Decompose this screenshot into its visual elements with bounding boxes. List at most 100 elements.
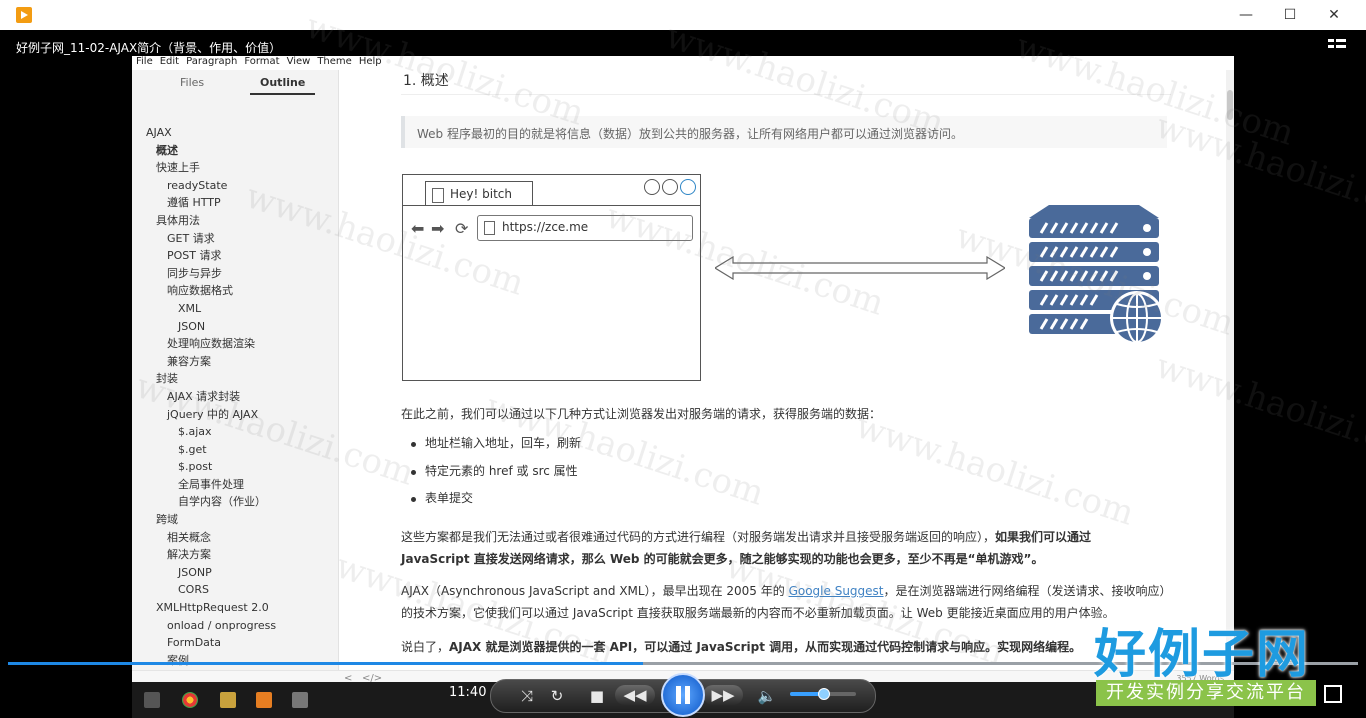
server-globe-icon — [1029, 205, 1164, 345]
playlist-icon[interactable] — [1328, 39, 1346, 53]
outline-item[interactable]: $.get — [132, 441, 338, 459]
haolizi-logo: 好例子网 — [1094, 625, 1311, 685]
heading-divider — [401, 94, 1171, 95]
outline-item[interactable]: jQuery 中的 AJAX — [132, 406, 338, 424]
paragraph-2: AJAX（Asynchronous JavaScript and XML），最早… — [401, 580, 1181, 624]
outline-item[interactable]: 处理响应数据渲染 — [132, 335, 338, 353]
list-item: 地址栏输入地址，回车，刷新 — [401, 430, 581, 458]
repeat-icon[interactable]: ↻ — [547, 686, 567, 706]
refresh-icon: ⟳ — [455, 219, 469, 238]
video-area[interactable]: File Edit Paragraph Format View Theme Help Fil… — [0, 6, 1366, 718]
video-title: 好例子网_11-02-AJAX简介（背景、作用、价值） — [16, 41, 282, 55]
paragraph-3-text: 说白了， — [401, 640, 450, 654]
window-circle-icon — [680, 179, 696, 195]
menu-item-format[interactable]: Format — [244, 56, 279, 67]
outline-item[interactable]: 案例 — [132, 652, 338, 670]
video-progress-fill — [8, 662, 643, 665]
document-icon — [432, 188, 444, 203]
outline-item[interactable]: XMLHttpRequest 2.0 — [132, 599, 338, 617]
outline-item[interactable]: 快速上手 — [132, 159, 338, 177]
paragraph-1-bold-a: 如果我们可以通过 — [995, 530, 1092, 544]
typora-icon — [292, 692, 308, 708]
paragraph-2-text-b: ，是在浏览器端进行网络编程（发送请求、接收响应） — [883, 584, 1172, 598]
paragraph-1: 这些方案都是我们无法通过或者很难通过代码的方式进行编程（对服务端发出请求并且接受… — [401, 526, 1141, 570]
outline-item[interactable]: JSON — [132, 318, 338, 336]
outline-item[interactable]: JSONP — [132, 564, 338, 582]
paragraph-before: 在此之前，我们可以通过以下几种方式让浏览器发出对服务端的请求，获得服务端的数据： — [401, 407, 882, 421]
outline-item[interactable]: 具体用法 — [132, 212, 338, 230]
menu-item-view[interactable]: View — [287, 56, 311, 67]
shuffle-icon[interactable]: ⤨ — [517, 686, 537, 706]
outline-item[interactable]: 概述 — [132, 142, 338, 160]
blockquote-text: Web 程序最初的目的就是将信息（数据）放到公共的服务器，让所有网络用户都可以通… — [417, 127, 963, 141]
paragraph-1-bold-b: JavaScript 直接发送网络请求，那么 Web 的可能就会更多，随之能够实… — [401, 552, 1044, 566]
forward-arrow-icon: ➡ — [431, 219, 445, 238]
outline-item[interactable]: 全局事件处理 — [132, 476, 338, 494]
back-arrow-icon: ⬅ — [411, 219, 425, 238]
google-suggest-link[interactable]: Google Suggest — [789, 584, 884, 598]
chrome-icon — [182, 692, 198, 708]
paragraph-3: 说白了，AJAX 就是浏览器提供的一套 API，可以通过 JavaScript … — [401, 636, 1181, 658]
outline-list: AJAX 概述 快速上手 readyState 遵循 HTTP 具体用法 GET 请求 POS… — [132, 124, 338, 687]
list-item: 特定元素的 href 或 src 属性 — [401, 458, 581, 486]
outline-item[interactable]: XML — [132, 300, 338, 318]
outline-item[interactable]: 同步与异步 — [132, 265, 338, 283]
outline-item[interactable]: 相关概念 — [132, 529, 338, 547]
playback-time: 11:40 — [449, 685, 487, 700]
outline-item[interactable]: 封装 — [132, 370, 338, 388]
window-circle-icon — [662, 179, 678, 195]
recorded-screen: File Edit Paragraph Format View Theme Help Fil… — [132, 56, 1234, 688]
outline-item[interactable]: GET 请求 — [132, 230, 338, 248]
outline-item[interactable]: 响应数据格式 — [132, 282, 338, 300]
menu-item-paragraph[interactable]: Paragraph — [186, 56, 237, 67]
tab-outline[interactable]: Outline — [249, 76, 316, 95]
player-app-icon — [16, 7, 32, 23]
outline-item[interactable]: $.ajax — [132, 423, 338, 441]
outline-item[interactable]: POST 请求 — [132, 247, 338, 265]
menu-item-file[interactable]: File — [136, 56, 153, 67]
editor-scrollbar[interactable] — [1226, 70, 1234, 670]
volume-slider[interactable] — [790, 688, 856, 700]
menu-item-edit[interactable]: Edit — [160, 56, 179, 67]
outline-item[interactable]: 解决方案 — [132, 546, 338, 564]
tab-files[interactable]: Files — [180, 76, 204, 89]
typora-menubar: File Edit Paragraph Format View Theme Help — [132, 56, 1234, 70]
outline-item[interactable]: AJAX 请求封装 — [132, 388, 338, 406]
outline-item[interactable]: 兼容方案 — [132, 353, 338, 371]
browser-tab: Hey! bitch — [425, 181, 533, 206]
windows-start-icon — [144, 692, 160, 708]
outline-item[interactable]: $.post — [132, 458, 338, 476]
pause-button[interactable] — [661, 673, 705, 717]
editor-area[interactable]: 1. 概述 Web 程序最初的目的就是将信息（数据）放到公共的服务器，让所有网络… — [339, 70, 1219, 670]
paragraph-3-bold: AJAX 就是浏览器提供的一套 API，可以通过 JavaScript 调用，从… — [449, 640, 1082, 654]
outline-item[interactable]: 遵循 HTTP — [132, 194, 338, 212]
blockquote: Web 程序最初的目的就是将信息（数据）放到公共的服务器，让所有网络用户都可以通… — [401, 116, 1167, 148]
browser-illustration: Hey! bitch ⬅ ➡ ⟳ https://zce.me — [402, 174, 701, 381]
list-item: 表单提交 — [401, 485, 581, 513]
paragraph-1-text: 这些方案都是我们无法通过或者很难通过代码的方式进行编程（对服务端发出请求并且接受… — [401, 530, 996, 544]
maximize-button[interactable]: ☐ — [1272, 4, 1308, 26]
outline-item[interactable]: CORS — [132, 581, 338, 599]
paragraph-2-text-a: AJAX（Asynchronous JavaScript and XML），最早… — [401, 584, 789, 598]
sublime-icon — [256, 692, 272, 708]
menu-item-help[interactable]: Help — [359, 56, 382, 67]
close-button[interactable]: ✕ — [1316, 4, 1352, 26]
fullscreen-icon[interactable] — [1324, 685, 1342, 703]
volume-icon[interactable]: 🔈 — [757, 686, 777, 706]
outline-item[interactable]: 自学内容（作业） — [132, 493, 338, 511]
outline-item[interactable]: 跨域 — [132, 511, 338, 529]
menu-item-theme[interactable]: Theme — [317, 56, 352, 67]
outline-item[interactable]: AJAX — [132, 124, 338, 142]
bullet-list: 地址栏输入地址，回车，刷新 特定元素的 href 或 src 属性 表单提交 — [401, 430, 581, 513]
outline-item[interactable]: readyState — [132, 177, 338, 195]
previous-icon[interactable]: ◀◀ — [615, 685, 655, 705]
volume-knob[interactable] — [818, 688, 830, 700]
address-url: https://zce.me — [502, 220, 589, 234]
document-icon — [484, 221, 495, 235]
window-circle-icon — [644, 179, 660, 195]
stop-icon[interactable]: ■ — [589, 686, 605, 706]
outline-item[interactable]: onload / onprogress — [132, 617, 338, 635]
outline-item[interactable]: FormData — [132, 634, 338, 652]
minimize-button[interactable]: — — [1228, 4, 1264, 26]
next-icon[interactable]: ▶▶ — [703, 685, 743, 705]
